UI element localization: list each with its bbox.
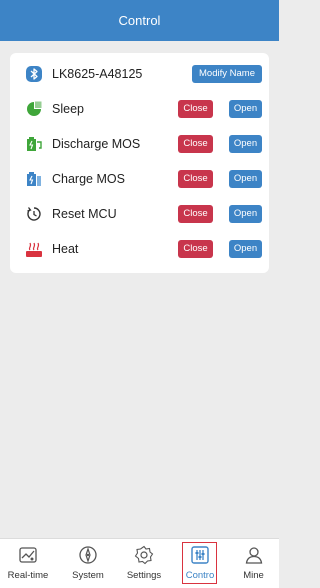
tab-system[interactable]: System: [60, 539, 116, 588]
control-label: Reset MCU: [52, 207, 117, 221]
bluetooth-icon: [26, 66, 42, 82]
heat-close-button[interactable]: Close: [178, 240, 213, 258]
control-label: Charge MOS: [52, 172, 125, 186]
control-card: LK8625-A48125 Modify Name Sleep Close Op…: [10, 53, 269, 273]
modify-name-button[interactable]: Modify Name: [192, 65, 262, 83]
device-name: LK8625-A48125: [52, 67, 143, 81]
settings-icon: [134, 545, 154, 565]
discharge-icon: [27, 137, 42, 151]
tab-label: Settings: [126, 570, 162, 581]
control-row-reset-mcu: Reset MCU Close Open: [10, 197, 269, 232]
discharge-open-button[interactable]: Open: [229, 135, 262, 153]
active-tab-highlight: [182, 542, 217, 584]
sleep-icon: [27, 101, 42, 116]
system-icon: [79, 546, 97, 564]
reset-open-button[interactable]: Open: [229, 205, 262, 223]
control-label: Heat: [52, 242, 79, 256]
user-icon: [245, 547, 262, 564]
realtime-icon: [19, 547, 37, 563]
sleep-open-button[interactable]: Open: [229, 100, 262, 118]
control-label: Sleep: [52, 102, 84, 116]
heat-open-button[interactable]: Open: [229, 240, 262, 258]
reset-close-button[interactable]: Close: [178, 205, 213, 223]
tab-label: Mine: [243, 570, 264, 581]
heat-icon: [26, 242, 42, 257]
charge-open-button[interactable]: Open: [229, 170, 262, 188]
charge-close-button[interactable]: Close: [178, 170, 213, 188]
tab-mine[interactable]: Mine: [228, 539, 279, 588]
tab-label: Real-time: [7, 570, 49, 581]
control-row-heat: Heat Close Open: [10, 232, 269, 267]
device-row: LK8625-A48125 Modify Name: [10, 57, 269, 92]
control-row-charge-mos: Charge MOS Close Open: [10, 162, 269, 197]
control-label: Discharge MOS: [52, 137, 141, 151]
discharge-close-button[interactable]: Close: [178, 135, 213, 153]
charge-icon: [27, 172, 41, 186]
reset-icon: [27, 207, 41, 221]
tab-settings[interactable]: Settings: [116, 539, 172, 588]
page-title: Control: [118, 13, 161, 28]
tab-label: System: [72, 570, 104, 581]
control-row-sleep: Sleep Close Open: [10, 92, 269, 127]
app-header: Control: [0, 0, 279, 41]
sleep-close-button[interactable]: Close: [178, 100, 213, 118]
bottom-nav: Real-time System Settings Contro Mine: [0, 538, 279, 588]
tab-real-time[interactable]: Real-time: [0, 539, 56, 588]
control-row-discharge-mos: Discharge MOS Close Open: [10, 127, 269, 162]
